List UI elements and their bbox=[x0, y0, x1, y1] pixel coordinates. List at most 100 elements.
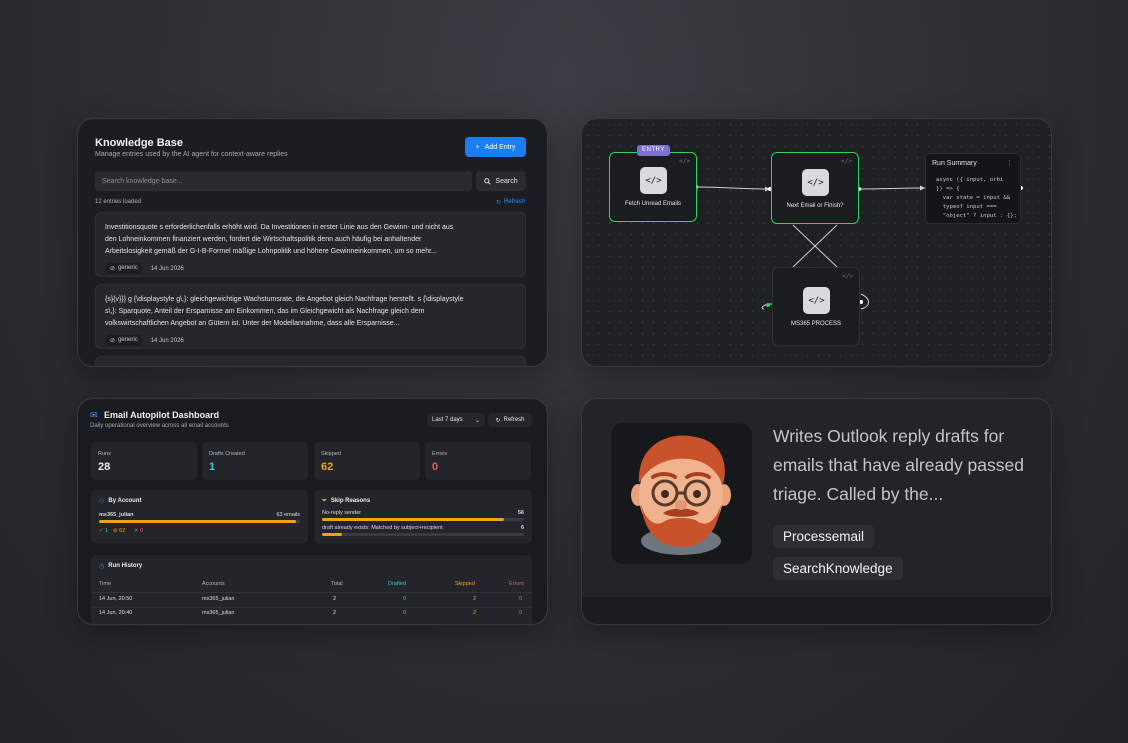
tool-chip[interactable]: SearchKnowledge bbox=[773, 557, 903, 580]
run-summary-title: Run Summary bbox=[932, 160, 977, 167]
cell-account: ms365_julian bbox=[202, 596, 235, 602]
chevron-down-icon: ⌄ bbox=[474, 417, 480, 424]
cell-drafted: 0 bbox=[403, 596, 407, 602]
table-row[interactable]: 14 Jun, 20:40 ms365_julian 2 0 2 0 bbox=[99, 610, 524, 618]
run-history-header: Time Accounts Total Drafted Skipped Erro… bbox=[99, 581, 524, 589]
dashboard-subtitle: Daily operational overview across all em… bbox=[90, 423, 229, 429]
node-label: MS365 PROCESS bbox=[790, 321, 842, 327]
code-icon: </> bbox=[640, 167, 667, 194]
search-icon bbox=[484, 177, 492, 185]
skip-reason-bar bbox=[322, 518, 524, 521]
kb-entry-card[interactable]: Investitionsquote s erforderlichenfalls … bbox=[95, 212, 526, 277]
skip-reason-label: No-reply sender bbox=[322, 510, 362, 516]
kb-refresh-button[interactable]: ↻ Refresh bbox=[496, 199, 525, 206]
stat-value: 1 bbox=[209, 461, 216, 473]
plus-icon: + bbox=[475, 143, 480, 151]
node-label: Fetch Unread Emails bbox=[624, 201, 682, 207]
filter-icon: ⏷ bbox=[322, 498, 327, 504]
avatar bbox=[611, 423, 752, 564]
add-entry-button[interactable]: + Add Entry bbox=[465, 137, 526, 157]
date-range-value: Last 7 days bbox=[432, 417, 463, 423]
date-range-select[interactable]: Last 7 days ⌄ bbox=[427, 413, 485, 427]
tag-icon: ⊘ bbox=[110, 338, 116, 344]
run-summary-node[interactable]: Run Summary ⋮ async ({ input, orbi }) =>… bbox=[925, 153, 1021, 224]
workflow-node-next-email[interactable]: </> </> Next Email or Finish? bbox=[771, 152, 859, 224]
add-entry-label: Add Entry bbox=[484, 143, 516, 151]
workflow-node-ms365[interactable]: </> </> MS365 PROCESS bbox=[772, 267, 860, 346]
agent-card[interactable]: Writes Outlook reply drafts for emails t… bbox=[581, 398, 1052, 625]
tool-chip[interactable]: Processemail bbox=[773, 525, 875, 548]
knowledge-base-panel: Knowledge Base Manage entries used by th… bbox=[77, 118, 548, 367]
code-icon: </> bbox=[802, 169, 829, 196]
code-tag-icon: </> bbox=[679, 158, 690, 165]
agent-description: Writes Outlook reply drafts for emails t… bbox=[773, 426, 1024, 504]
col-errors: Errors bbox=[509, 581, 524, 587]
col-total: Total bbox=[331, 581, 343, 587]
stat-label: Runs bbox=[98, 451, 111, 457]
cell-skipped: 2 bbox=[473, 596, 477, 602]
cell-time: 14 Jun, 20:50 bbox=[99, 596, 133, 602]
col-skipped: Skipped bbox=[455, 581, 475, 587]
skip-reason-count: 6 bbox=[520, 525, 524, 531]
account-errors: ✕ 0 bbox=[134, 528, 144, 534]
workflow-node-fetch[interactable]: </> </> Fetch Unread Emails bbox=[609, 152, 697, 222]
skip-reason-bar-fill bbox=[322, 533, 343, 536]
run-history-card: ◷ Run History Time Accounts Total Drafted… bbox=[91, 555, 532, 624]
stat-label: Skipped bbox=[321, 451, 341, 457]
entries-count: 12 entries loaded bbox=[95, 199, 142, 205]
run-history-title: Run History bbox=[108, 563, 143, 569]
refresh-icon: ↻ bbox=[496, 200, 502, 206]
table-row[interactable]: 14 Jun, 20:50 ms365_julian 2 0 2 0 bbox=[99, 596, 524, 604]
dashboard-title: Email Autopilot Dashboard bbox=[104, 410, 220, 420]
node-label: Next Email or Finish? bbox=[786, 203, 844, 209]
workflow-canvas[interactable]: </> </> Fetch Unread Emails ENTRY </> </… bbox=[581, 118, 1052, 367]
kb-search-button[interactable]: Search bbox=[476, 171, 526, 191]
kb-entry-text: Investitionsquote s erforderlichenfalls … bbox=[105, 224, 454, 255]
skip-reason-label: draft already exists: Matched by subject… bbox=[322, 525, 443, 531]
more-icon[interactable]: ⋮ bbox=[1006, 159, 1013, 167]
col-drafted: Drafted bbox=[388, 581, 407, 587]
kb-search-input[interactable]: Search knowledge base... bbox=[95, 171, 472, 191]
stat-value: 28 bbox=[98, 461, 111, 473]
kb-entry-card[interactable] bbox=[95, 356, 526, 366]
skip-reason-count: 56 bbox=[517, 510, 524, 516]
skip-reasons-title: Skip Reasons bbox=[330, 498, 371, 504]
dashboard-refresh-button[interactable]: ↻ Refresh bbox=[488, 413, 532, 427]
cell-total: 2 bbox=[333, 610, 337, 616]
account-email-count: 63 emails bbox=[276, 512, 300, 518]
by-account-title: By Account bbox=[108, 498, 142, 504]
kb-subtitle: Manage entries used by the AI agent for … bbox=[95, 151, 288, 158]
tag-icon: ⊘ bbox=[110, 266, 116, 272]
col-time: Time bbox=[99, 581, 112, 587]
account-drafted: ✓ 1 bbox=[99, 528, 109, 534]
kb-entry-tag-label: generic bbox=[118, 265, 138, 271]
bearded-man-avatar-icon bbox=[631, 435, 731, 555]
account-bar-fill bbox=[99, 520, 296, 523]
kb-entry-card[interactable]: {s}{v}}} g {\displaystyle g\,}: gleichge… bbox=[95, 284, 526, 349]
search-button-label: Search bbox=[495, 177, 518, 185]
cell-account: ms365_julian bbox=[202, 610, 235, 616]
agent-card-footer bbox=[582, 597, 1051, 624]
stat-value: 62 bbox=[321, 461, 334, 473]
stat-label: Drafts Created bbox=[209, 451, 245, 457]
kb-title: Knowledge Base bbox=[95, 137, 184, 149]
kb-entry-text: {s}{v}}} g {\displaystyle g\,}: gleichge… bbox=[105, 296, 464, 327]
stat-runs: Runs 28 bbox=[91, 442, 197, 480]
cell-time: 14 Jun, 20:40 bbox=[99, 610, 133, 616]
stat-skipped: Skipped 62 bbox=[314, 442, 420, 480]
col-accounts: Accounts bbox=[202, 581, 225, 587]
user-icon: ⚇ bbox=[99, 499, 105, 505]
mail-icon: ✉ bbox=[90, 410, 98, 420]
dashboard-refresh-label: Refresh bbox=[503, 417, 525, 423]
code-tag-icon: </> bbox=[842, 273, 853, 280]
entry-badge: ENTRY bbox=[637, 145, 670, 156]
kb-entry-tag-label: generic bbox=[118, 337, 138, 343]
kb-entry-date: 14 Jun 2026 bbox=[150, 337, 184, 344]
stat-label: Errors bbox=[432, 451, 447, 457]
kb-entry-date: 14 Jun 2026 bbox=[150, 265, 184, 272]
cell-skipped: 2 bbox=[473, 610, 477, 616]
code-tag-icon: </> bbox=[841, 158, 852, 165]
account-name: ms365_julian bbox=[99, 512, 134, 518]
skip-reason-bar bbox=[322, 533, 524, 536]
skip-reasons-card: ⏷ Skip Reasons No-reply sender 56 draft a… bbox=[314, 490, 532, 543]
